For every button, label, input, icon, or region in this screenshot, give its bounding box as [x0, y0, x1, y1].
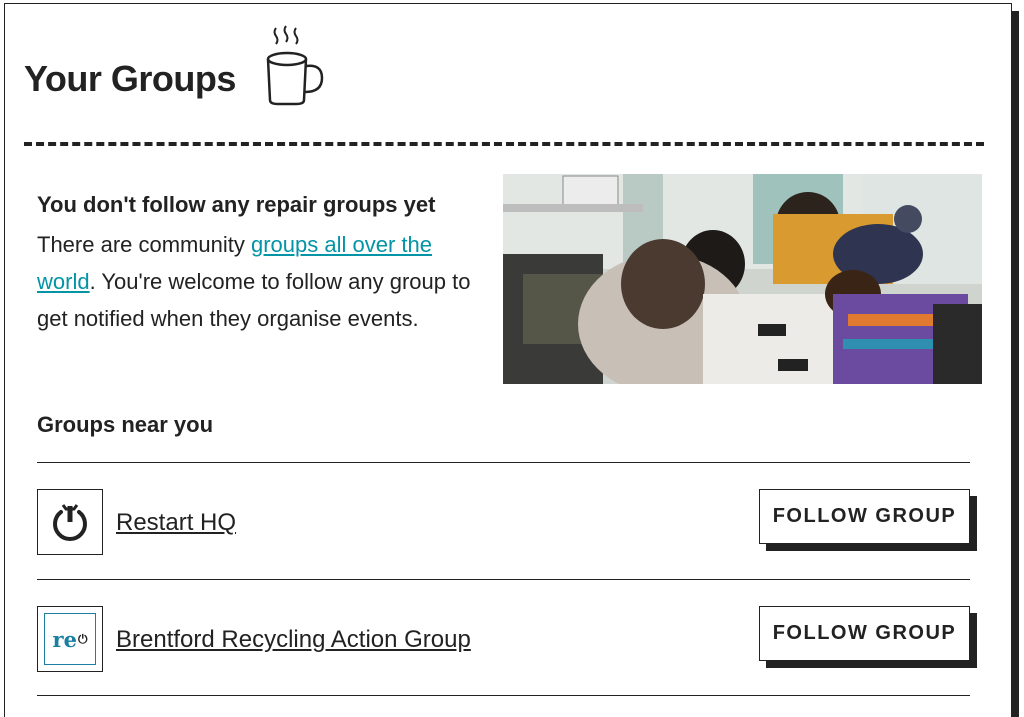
page-title: Your Groups	[24, 58, 236, 99]
empty-state-title: You don't follow any repair groups yet	[37, 192, 436, 217]
follow-group-button[interactable]: FOLLOW GROUP	[759, 606, 970, 661]
coffee-mug-icon	[266, 25, 324, 106]
follow-group-button[interactable]: FOLLOW GROUP	[759, 489, 970, 544]
groups-near-you-heading: Groups near you	[37, 412, 214, 437]
empty-text-after: . You're welcome to follow any group to …	[37, 269, 471, 331]
groups-list: Restart HQ FOLLOW GROUP re ⏻ Brentford Re…	[37, 462, 970, 696]
group-name-link[interactable]: Restart HQ	[116, 509, 236, 537]
dashed-divider	[24, 142, 984, 146]
group-row-brentford: re ⏻ Brentford Recycling Action Group FOL…	[37, 579, 970, 696]
re-power-logo: re ⏻	[37, 606, 103, 672]
empty-text-before: There are community	[37, 232, 251, 257]
empty-state-text: There are community groups all over the …	[37, 226, 487, 337]
power-icon: ⏻	[77, 631, 88, 646]
header: Your Groups	[24, 24, 984, 114]
group-row-restart-hq: Restart HQ FOLLOW GROUP	[37, 462, 970, 579]
restart-power-wrench-icon	[37, 489, 103, 555]
group-name-link[interactable]: Brentford Recycling Action Group	[116, 626, 471, 654]
people-repairing-devices-photo	[503, 174, 982, 384]
re-logo-text: re	[52, 626, 77, 652]
card-shadow	[1012, 11, 1019, 717]
